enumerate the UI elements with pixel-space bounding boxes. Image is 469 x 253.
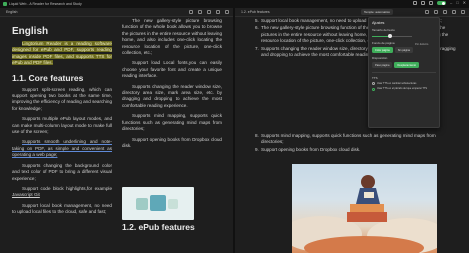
settings-popup: Ajustes Tamaño del texto Por defecto Fon… <box>368 17 440 128</box>
bg-option-color[interactable]: Color página <box>372 47 393 53</box>
search-icon[interactable] <box>189 10 193 14</box>
image-shape <box>150 195 166 211</box>
left-column-1: English Lingtorium Reader is a reading s… <box>12 17 112 216</box>
left-pane-toolbar: English <box>0 8 233 17</box>
paragraph: Support split-screen reading, which can … <box>12 86 112 111</box>
tts-option-label: Usar TTS en el párrafo del que empezar T… <box>377 87 428 90</box>
paragraph: Supports multiple ePub layout modes, and… <box>12 116 112 135</box>
paragraph: Support opening books from Dropbox cloud… <box>122 136 222 148</box>
maximize-button[interactable]: □ <box>456 1 458 5</box>
figure-head <box>361 175 375 189</box>
paragraph: Support local book management, no need t… <box>12 202 112 215</box>
font-size-slider[interactable] <box>372 34 412 38</box>
javascript-git-link[interactable]: Javascript Git <box>12 192 40 197</box>
list-item: 9. Support opening books from Dropbox clo… <box>255 146 361 152</box>
figure-book <box>364 192 374 198</box>
underline-note[interactable]: Supports smooth underlining and note-tak… <box>12 139 112 157</box>
background-options: Color página Sin página <box>372 47 439 53</box>
paragraph: Supports changing the reader window size… <box>122 83 222 108</box>
app-title: Liquid Web - A Reader for Research and S… <box>3 2 82 6</box>
app-title-text: Liquid Web - A Reader for Research and S… <box>9 2 82 6</box>
paragraph-with-link: Support code block highlights,for exampl… <box>12 186 112 199</box>
app-logo-icon <box>3 2 7 6</box>
paragraph: Supports changing the background color a… <box>12 162 112 181</box>
section-heading-epub: 1.2. ePub features <box>122 222 195 232</box>
theme-badge[interactable]: Temple: automatico <box>360 9 393 15</box>
paragraph-text: Support code block highlights,for exampl… <box>22 185 112 191</box>
illustration-svg <box>292 175 437 253</box>
right-pane-title: 1.2. ePub features <box>241 10 270 14</box>
right-pane-toolbar: 1.2. ePub features Temple: automatico <box>235 8 469 17</box>
popup-title: Ajustes <box>372 21 385 25</box>
book-icon[interactable] <box>420 1 425 5</box>
paragraph: Support load Local fonts,you can easily … <box>122 60 222 79</box>
tts-option-2[interactable]: Usar TTS en el párrafo del que empezar T… <box>372 87 436 91</box>
bookmark-icon[interactable] <box>434 10 438 14</box>
bg-option-none[interactable]: Sin página <box>394 47 413 53</box>
left-column-2: The new gallery-style picture browsing f… <box>122 17 222 149</box>
underlined-paragraph[interactable]: Supports smooth underlining and note-tak… <box>12 139 112 158</box>
intro-highlight[interactable]: Lingtorium Reader is a reading software … <box>12 41 112 66</box>
radio-button[interactable] <box>372 87 375 91</box>
doc-heading: English <box>12 26 49 37</box>
feature-list-lower: 8. Supports mind mapping, supports quick … <box>255 132 459 153</box>
close-pane-icon[interactable] <box>461 10 465 14</box>
font-size-value: Por defecto <box>415 43 429 46</box>
slider-thumb[interactable] <box>388 34 392 38</box>
close-button[interactable]: ✕ <box>463 1 466 5</box>
layout-options: Paso página Desplazamiento <box>372 62 439 68</box>
popup-divider <box>372 72 436 73</box>
layout-icon[interactable] <box>428 1 433 5</box>
list-item: 8. Supports mind mapping, supports quick … <box>255 133 436 145</box>
reading-girl-illustration[interactable] <box>292 164 437 253</box>
tts-label: TTS <box>372 75 378 80</box>
image-shape <box>168 199 178 209</box>
font-icon[interactable] <box>443 10 447 14</box>
sidebar-icon[interactable] <box>412 1 417 5</box>
font-size-label: Tamaño del texto <box>372 28 395 32</box>
left-pane-title: English <box>6 10 18 14</box>
right-toolbar-icons <box>425 10 465 14</box>
paragraph: The new gallery-style picture browsing f… <box>122 18 222 56</box>
settings-icon[interactable] <box>216 10 220 14</box>
dark-mode-toggle[interactable] <box>436 1 446 5</box>
layout-label: Disposición <box>372 56 388 60</box>
search-icon[interactable] <box>425 10 429 14</box>
minimize-button[interactable]: – <box>450 1 452 5</box>
left-toolbar-icons <box>189 10 229 14</box>
left-reader-pane[interactable]: English Lingtorium Reader is a reading s… <box>0 17 233 253</box>
image-shape <box>136 198 148 210</box>
title-bar: Liquid Web - A Reader for Research and S… <box>0 0 469 8</box>
book-stack <box>347 212 387 222</box>
section-heading-core: 1.1. Core features <box>12 72 84 83</box>
tts-option-label: Usar TTS en cambiar sobrelecturas <box>377 81 417 85</box>
illustration-image[interactable] <box>122 187 194 220</box>
layout-option-page[interactable]: Paso página <box>372 62 393 68</box>
background-label: Fondo de página <box>372 41 395 45</box>
layout-option-scroll[interactable]: Desplazamiento <box>394 62 420 68</box>
settings-icon[interactable] <box>452 10 456 14</box>
close-pane-icon[interactable] <box>225 10 229 14</box>
radio-button[interactable] <box>372 82 375 85</box>
paragraph: Supports mind mapping, supports quick fu… <box>122 113 222 132</box>
tts-option-1[interactable]: Usar TTS en cambiar sobrelecturas <box>372 81 436 85</box>
book-stack <box>350 204 384 212</box>
titlebar-controls: – □ ✕ <box>412 1 466 5</box>
intro-paragraph[interactable]: Lingtorium Reader is a reading software … <box>12 41 112 67</box>
bookmark-icon[interactable] <box>198 10 202 14</box>
list-icon[interactable] <box>207 10 211 14</box>
